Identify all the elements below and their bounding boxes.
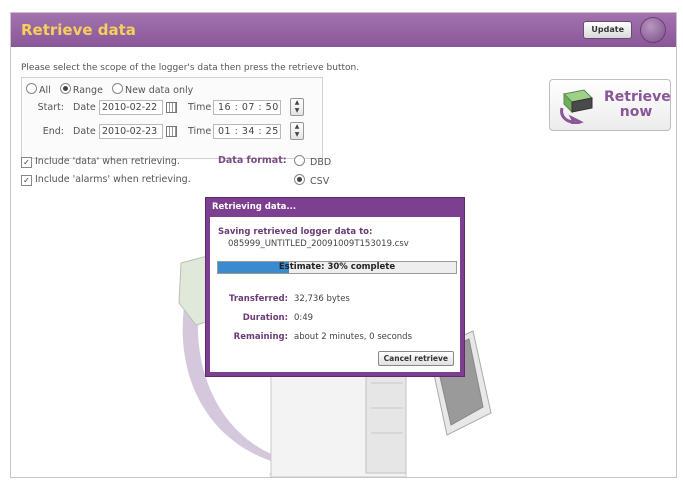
scope-option-range[interactable]: Range xyxy=(59,83,103,96)
include-alarms-checkbox[interactable]: ✓ Include 'alarms' when retrieving. xyxy=(21,174,191,186)
checkbox-checked-icon: ✓ xyxy=(21,175,32,186)
end-time-label: Time xyxy=(188,126,212,137)
start-date-input[interactable]: 2010-02-22 xyxy=(99,100,163,115)
start-label: Start: xyxy=(37,102,64,113)
calendar-icon[interactable] xyxy=(166,126,177,137)
output-filename: 085999_UNTITLED_20091009T153019.csv xyxy=(228,239,409,249)
end-time-spinner-icon[interactable]: ▲ ▼ xyxy=(290,122,304,140)
retrieving-dialog: Retrieving data... Saving retrieved logg… xyxy=(205,197,465,377)
radio-icon xyxy=(111,83,123,94)
end-date-input[interactable]: 2010-02-23 xyxy=(99,124,163,139)
radio-icon xyxy=(294,155,305,166)
start-time-input[interactable]: 16 : 07 : 50 xyxy=(213,100,281,115)
scope-option-new-data[interactable]: New data only xyxy=(111,83,193,96)
cancel-retrieve-button[interactable]: Cancel retrieve xyxy=(377,351,454,366)
transferred-value: 32,736 bytes xyxy=(294,294,350,304)
end-date-label: Date xyxy=(73,126,96,137)
start-time-spinner-icon[interactable]: ▲ ▼ xyxy=(290,98,304,116)
include-data-checkbox[interactable]: ✓ Include 'data' when retrieving. xyxy=(21,156,180,168)
saving-label: Saving retrieved logger data to: xyxy=(218,227,373,237)
remaining-value: about 2 minutes, 0 seconds xyxy=(294,332,412,342)
update-button[interactable]: Update xyxy=(583,21,632,39)
radio-icon xyxy=(26,83,37,94)
retrieve-data-panel: Retrieve data Update Please select the s… xyxy=(10,12,677,478)
progress-text: Estimate: 30% complete xyxy=(278,262,396,272)
transferred-label: Transferred: xyxy=(229,294,288,304)
start-date-label: Date xyxy=(73,102,96,113)
progress-bar: Estimate: 30% complete xyxy=(217,261,457,274)
status-light-icon xyxy=(640,17,666,43)
remaining-label: Remaining: xyxy=(233,332,288,342)
scope-option-all[interactable]: All xyxy=(26,83,51,96)
retrieve-now-label: Retrieve now xyxy=(604,89,671,120)
radio-selected-icon xyxy=(294,174,305,185)
duration-value: 0:49 xyxy=(294,313,314,323)
title-bar: Retrieve data Update xyxy=(11,13,676,47)
scope-radio-group: All Range New data only xyxy=(26,83,199,96)
radio-selected-icon xyxy=(59,83,71,94)
retrieve-now-button[interactable]: Retrieve now xyxy=(549,79,671,131)
dialog-body: Saving retrieved logger data to: 085999_… xyxy=(210,217,460,372)
dialog-title: Retrieving data... xyxy=(212,202,297,212)
format-option-csv[interactable]: CSV xyxy=(294,174,329,187)
instructions-text: Please select the scope of the logger's … xyxy=(21,63,360,73)
data-format-label: Data format: xyxy=(218,155,287,166)
calendar-icon[interactable] xyxy=(166,102,177,113)
format-option-dbd[interactable]: DBD xyxy=(294,155,331,168)
duration-label: Duration: xyxy=(242,313,288,323)
scope-selector: All Range New data only Start: Date 2010… xyxy=(21,77,323,159)
page-title: Retrieve data xyxy=(21,21,136,39)
logger-download-icon xyxy=(560,89,594,124)
checkbox-checked-icon: ✓ xyxy=(21,157,32,168)
end-time-input[interactable]: 01 : 34 : 25 xyxy=(213,124,281,139)
end-label: End: xyxy=(42,126,64,137)
start-time-label: Time xyxy=(188,102,212,113)
